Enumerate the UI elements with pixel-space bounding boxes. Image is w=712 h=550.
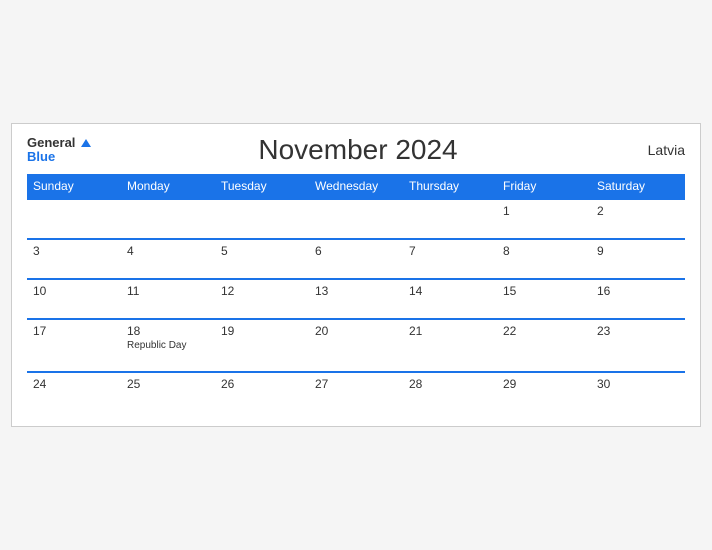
week-row-3: 10 11 12 13 14 15 16 (27, 279, 685, 319)
day-number: 28 (409, 377, 491, 391)
day-cell: 20 (309, 319, 403, 372)
day-cell: 7 (403, 239, 497, 279)
day-cell (27, 199, 121, 239)
weekday-header-row: SundayMondayTuesdayWednesdayThursdayFrid… (27, 174, 685, 199)
day-cell: 13 (309, 279, 403, 319)
country-label: Latvia (625, 142, 685, 158)
day-cell: 30 (591, 372, 685, 411)
day-cell: 27 (309, 372, 403, 411)
logo-general-text: General (27, 136, 91, 150)
day-cell: 28 (403, 372, 497, 411)
day-cell: 19 (215, 319, 309, 372)
day-number: 15 (503, 284, 585, 298)
day-cell: 23 (591, 319, 685, 372)
day-number: 10 (33, 284, 115, 298)
day-number: 18 (127, 324, 209, 338)
day-cell (215, 199, 309, 239)
month-title: November 2024 (91, 134, 625, 166)
day-cell: 4 (121, 239, 215, 279)
day-number: 16 (597, 284, 679, 298)
day-cell: 15 (497, 279, 591, 319)
day-number: 8 (503, 244, 585, 258)
day-cell: 16 (591, 279, 685, 319)
day-cell (403, 199, 497, 239)
day-cell (121, 199, 215, 239)
day-number: 29 (503, 377, 585, 391)
day-cell: 12 (215, 279, 309, 319)
day-cell: 22 (497, 319, 591, 372)
calendar-table: SundayMondayTuesdayWednesdayThursdayFrid… (27, 174, 685, 411)
weekday-header-thursday: Thursday (403, 174, 497, 199)
weekday-header-tuesday: Tuesday (215, 174, 309, 199)
day-cell: 11 (121, 279, 215, 319)
day-number: 5 (221, 244, 303, 258)
day-number: 17 (33, 324, 115, 338)
day-cell: 2 (591, 199, 685, 239)
weekday-header-sunday: Sunday (27, 174, 121, 199)
logo-blue-text: Blue (27, 150, 55, 164)
day-number: 6 (315, 244, 397, 258)
day-cell: 1 (497, 199, 591, 239)
day-number: 22 (503, 324, 585, 338)
day-cell: 24 (27, 372, 121, 411)
day-number: 21 (409, 324, 491, 338)
day-cell: 17 (27, 319, 121, 372)
day-number: 23 (597, 324, 679, 338)
week-row-2: 3456789 (27, 239, 685, 279)
day-number: 19 (221, 324, 303, 338)
day-cell: 8 (497, 239, 591, 279)
week-row-5: 24 25 26 27 28 29 30 (27, 372, 685, 411)
weekday-header-wednesday: Wednesday (309, 174, 403, 199)
day-number: 14 (409, 284, 491, 298)
day-number: 13 (315, 284, 397, 298)
day-number: 30 (597, 377, 679, 391)
day-number: 3 (33, 244, 115, 258)
day-number: 1 (503, 204, 585, 218)
day-number: 4 (127, 244, 209, 258)
day-number: 27 (315, 377, 397, 391)
day-number: 24 (33, 377, 115, 391)
day-cell: 6 (309, 239, 403, 279)
day-cell: 29 (497, 372, 591, 411)
day-cell: 26 (215, 372, 309, 411)
day-number: 2 (597, 204, 679, 218)
day-cell: 5 (215, 239, 309, 279)
weekday-header-saturday: Saturday (591, 174, 685, 199)
day-cell: 14 (403, 279, 497, 319)
day-number: 11 (127, 284, 209, 298)
day-cell: 18 Republic Day (121, 319, 215, 372)
weekday-header-monday: Monday (121, 174, 215, 199)
event-label: Republic Day (127, 340, 209, 351)
day-number: 20 (315, 324, 397, 338)
day-number: 26 (221, 377, 303, 391)
calendar-header: General Blue November 2024 Latvia (27, 134, 685, 166)
day-cell: 10 (27, 279, 121, 319)
day-cell: 3 (27, 239, 121, 279)
weekday-header-friday: Friday (497, 174, 591, 199)
day-cell: 9 (591, 239, 685, 279)
calendar-container: General Blue November 2024 Latvia Sunday… (11, 123, 701, 427)
day-number: 12 (221, 284, 303, 298)
day-number: 7 (409, 244, 491, 258)
day-cell: 25 (121, 372, 215, 411)
day-number: 25 (127, 377, 209, 391)
logo: General Blue (27, 136, 91, 165)
day-cell: 21 (403, 319, 497, 372)
week-row-1: 12 (27, 199, 685, 239)
day-number: 9 (597, 244, 679, 258)
day-cell (309, 199, 403, 239)
week-row-4: 17 18 Republic Day 19 20 21 22 23 (27, 319, 685, 372)
